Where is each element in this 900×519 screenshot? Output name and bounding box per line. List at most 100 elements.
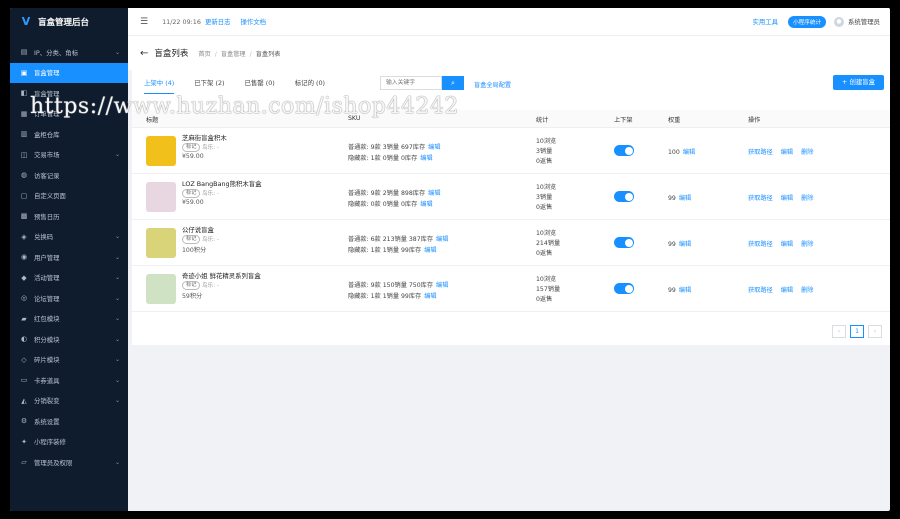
sku-normal: 普通款: 9款 150销量 750库存 编辑 — [348, 280, 448, 289]
edit-link[interactable]: 编辑 — [781, 193, 793, 202]
product-thumbnail[interactable] — [146, 136, 176, 166]
prev-page-icon[interactable]: ‹ — [832, 325, 846, 338]
delete-link[interactable]: 删除 — [801, 147, 813, 156]
tab-marked[interactable]: 标记的 (0) — [295, 76, 325, 94]
sidebar-item-14[interactable]: ◐ 积分模块 ⌄ — [10, 329, 128, 350]
get-path-link[interactable]: 获取路径 — [748, 193, 773, 202]
sidebar: V 盲盒管理后台 ▤ IP、分类、角标 ⌄ ▣ 盲盒管理 ◧ 盲盒管理 ▦ 订单管理 ▥ 盒柜仓库 ◫… — [10, 8, 128, 511]
stat-sales: 3销量 — [536, 148, 553, 155]
edit-hidden-sku-link[interactable]: 编辑 — [420, 155, 432, 162]
sidebar-item-17[interactable]: ◭ 分销裂变 ⌄ — [10, 391, 128, 412]
sidebar-item-6[interactable]: ◍ 访客记录 — [10, 165, 128, 186]
edit-link[interactable]: 编辑 — [781, 239, 793, 248]
edit-normal-sku-link[interactable]: 编辑 — [436, 236, 448, 243]
create-box-button[interactable]: + 创建盲盒 — [833, 75, 884, 90]
menu-fold-icon[interactable]: ☰ — [140, 17, 148, 27]
delete-link[interactable]: 删除 — [801, 285, 813, 294]
get-path-link[interactable]: 获取路径 — [748, 239, 773, 248]
bag-icon: ◧ — [20, 89, 28, 98]
delete-link[interactable]: 删除 — [801, 193, 813, 202]
share-icon: ◭ — [21, 396, 27, 405]
sidebar-item-18[interactable]: ⚙ 系统设置 — [10, 411, 128, 432]
get-path-link[interactable]: 获取路径 — [748, 285, 773, 294]
search-icon[interactable]: ⌕ — [442, 76, 464, 90]
sidebar-item-label: IP、分类、角标 — [34, 48, 79, 57]
sidebar-item-16[interactable]: ▭ 卡券道具 ⌄ — [10, 370, 128, 391]
miniprogram-stats-button[interactable]: 小程序统计 — [788, 15, 827, 28]
tab-off-shelf[interactable]: 已下架 (2) — [194, 76, 224, 94]
sidebar-item-label: 盒柜仓库 — [34, 130, 60, 139]
global-config-link[interactable]: 盲盒全局配置 — [474, 80, 511, 89]
brand-title: 盲盒管理后台 — [38, 18, 90, 28]
edit-weight-link[interactable]: 编辑 — [679, 241, 691, 248]
sidebar-item-8[interactable]: ▩ 预售日历 — [10, 206, 128, 227]
sidebar-item-label: 小程序装修 — [34, 438, 66, 447]
sidebar-item-11[interactable]: ◆ 活动管理 ⌄ — [10, 268, 128, 289]
breadcrumb-section[interactable]: 盲盒管理 — [221, 51, 246, 58]
user-icon: ◉ — [20, 253, 28, 262]
product-name[interactable]: 奇迹小姐 鲜花精灵系列盲盒 — [182, 271, 261, 280]
sidebar-item-9[interactable]: ◈ 兑换码 ⌄ — [10, 227, 128, 248]
avatar[interactable]: ● — [834, 16, 845, 27]
sidebar-item-13[interactable]: ▰ 红包模块 ⌄ — [10, 309, 128, 330]
breadcrumb-home[interactable]: 首页 — [198, 51, 210, 58]
sidebar-item-label: 兑换码 — [34, 233, 54, 242]
sidebar-item-label: 交易市场 — [34, 151, 60, 160]
page-number[interactable]: 1 — [850, 325, 864, 338]
sidebar-item-0[interactable]: ▤ IP、分类、角标 ⌄ — [10, 42, 128, 63]
on-sale-toggle[interactable] — [614, 283, 634, 294]
edit-normal-sku-link[interactable]: 编辑 — [428, 144, 440, 151]
tools-link[interactable]: 实用工具 — [753, 17, 779, 26]
edit-hidden-sku-link[interactable]: 编辑 — [424, 247, 436, 254]
product-name[interactable]: 芝麻街盲盒积木 — [182, 133, 227, 142]
mark-tag[interactable]: 标记 — [182, 189, 201, 198]
sidebar-item-10[interactable]: ◉ 用户管理 ⌄ — [10, 247, 128, 268]
product-name[interactable]: LOZ BangBang熊积木盲盒 — [182, 179, 262, 188]
tab-on-sale[interactable]: 上架中 (4) — [144, 76, 175, 94]
on-sale-toggle[interactable] — [614, 145, 634, 156]
sku-normal: 普通款: 9款 2销量 898库存 编辑 — [348, 188, 441, 197]
on-sale-toggle[interactable] — [614, 237, 634, 248]
product-name[interactable]: 公仔说盲盒 — [182, 225, 214, 234]
sku-hidden: 隐藏款: 0款 0销量 0库存 编辑 — [348, 199, 433, 208]
product-thumbnail[interactable] — [146, 274, 176, 304]
sku-hidden-text: 隐藏款: 0款 0销量 0库存 — [348, 201, 418, 208]
product-thumbnail[interactable] — [146, 228, 176, 258]
changelog-link[interactable]: 更新日志 — [205, 17, 231, 26]
sidebar-item-15[interactable]: ◇ 碎片模块 ⌄ — [10, 350, 128, 371]
sidebar-item-12[interactable]: ◎ 论坛管理 ⌄ — [10, 288, 128, 309]
search-input[interactable] — [380, 76, 442, 90]
edit-hidden-sku-link[interactable]: 编辑 — [420, 201, 432, 208]
back-arrow-icon[interactable]: ← — [140, 48, 148, 59]
sidebar-item-4[interactable]: ▥ 盒柜仓库 — [10, 124, 128, 145]
edit-link[interactable]: 编辑 — [781, 147, 793, 156]
weight-cell: 99 编辑 — [668, 193, 691, 202]
edit-weight-link[interactable]: 编辑 — [683, 149, 695, 156]
sidebar-item-19[interactable]: ✦ 小程序装修 — [10, 432, 128, 453]
edit-hidden-sku-link[interactable]: 编辑 — [424, 293, 436, 300]
edit-normal-sku-link[interactable]: 编辑 — [436, 282, 448, 289]
edit-normal-sku-link[interactable]: 编辑 — [428, 190, 440, 197]
mark-tag[interactable]: 标记 — [182, 235, 201, 244]
admin-name[interactable]: 系统管理员 — [848, 17, 880, 26]
sidebar-item-label: 预售日历 — [34, 212, 60, 221]
warehouse-icon: ▥ — [20, 130, 28, 139]
visitor-icon: ◍ — [20, 171, 28, 180]
sku-hidden-text: 隐藏款: 1款 0销量 0库存 — [348, 155, 418, 162]
edit-weight-link[interactable]: 编辑 — [679, 195, 691, 202]
docs-link[interactable]: 操作文档 — [241, 17, 267, 26]
sidebar-item-5[interactable]: ◫ 交易市场 ⌄ — [10, 145, 128, 166]
tab-sold-out[interactable]: 已售罄 (0) — [245, 76, 275, 94]
sidebar-item-7[interactable]: ▢ 自定义页面 — [10, 186, 128, 207]
mark-tag[interactable]: 标记 — [182, 281, 201, 290]
sidebar-item-20[interactable]: ▱ 管理员及权限 ⌄ — [10, 452, 128, 473]
sidebar-item-1[interactable]: ▣ 盲盒管理 — [10, 62, 128, 83]
on-sale-toggle[interactable] — [614, 191, 634, 202]
product-thumbnail[interactable] — [146, 182, 176, 212]
mark-tag[interactable]: 标记 — [182, 143, 201, 152]
next-page-icon[interactable]: › — [868, 325, 882, 338]
delete-link[interactable]: 删除 — [801, 239, 813, 248]
edit-link[interactable]: 编辑 — [781, 285, 793, 294]
get-path-link[interactable]: 获取路径 — [748, 147, 773, 156]
edit-weight-link[interactable]: 编辑 — [679, 287, 691, 294]
